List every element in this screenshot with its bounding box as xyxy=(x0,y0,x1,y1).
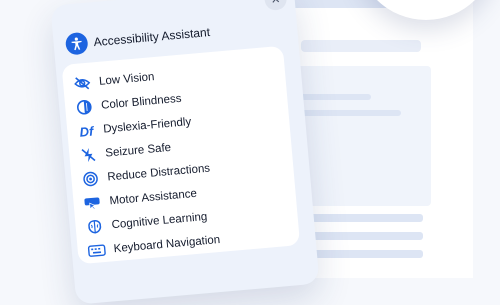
list-item-label: Dyslexia-Friendly xyxy=(102,116,192,136)
panel-title: Accessibility Assistant xyxy=(93,25,211,50)
df-text-icon: Df xyxy=(78,123,94,140)
contrast-icon xyxy=(75,97,95,117)
list-item-label: Color Blindness xyxy=(100,92,183,112)
list-item-label: Keyboard Navigation xyxy=(113,233,221,256)
background-card xyxy=(301,40,421,52)
cursor-icon xyxy=(83,193,103,213)
target-icon xyxy=(81,169,101,189)
eye-slash-icon xyxy=(72,74,92,94)
list-item-label: Low Vision xyxy=(98,71,155,88)
accessibility-panel: × Accessibility Assistant Low Vision xyxy=(50,0,320,305)
keyboard-icon xyxy=(87,241,107,261)
brain-icon xyxy=(85,217,105,237)
background-line xyxy=(291,110,401,116)
list-item-low-vision[interactable]: Low Vision xyxy=(72,67,155,94)
close-icon: × xyxy=(270,0,280,8)
features-list: Low Vision Color Blindness Df Dyslexia-F… xyxy=(61,45,301,265)
list-item-label: Motor Assistance xyxy=(109,187,198,208)
list-item-label: Cognitive Learning xyxy=(111,210,208,232)
list-item-label: Reduce Distractions xyxy=(106,162,211,184)
list-item-seizure-safe[interactable]: Seizure Safe xyxy=(79,138,172,166)
accessibility-person-icon xyxy=(64,31,89,56)
lightning-slash-icon xyxy=(79,145,99,165)
list-item-label: Seizure Safe xyxy=(104,141,172,160)
list-item-dyslexia-friendly[interactable]: Df Dyslexia-Friendly xyxy=(77,112,192,142)
